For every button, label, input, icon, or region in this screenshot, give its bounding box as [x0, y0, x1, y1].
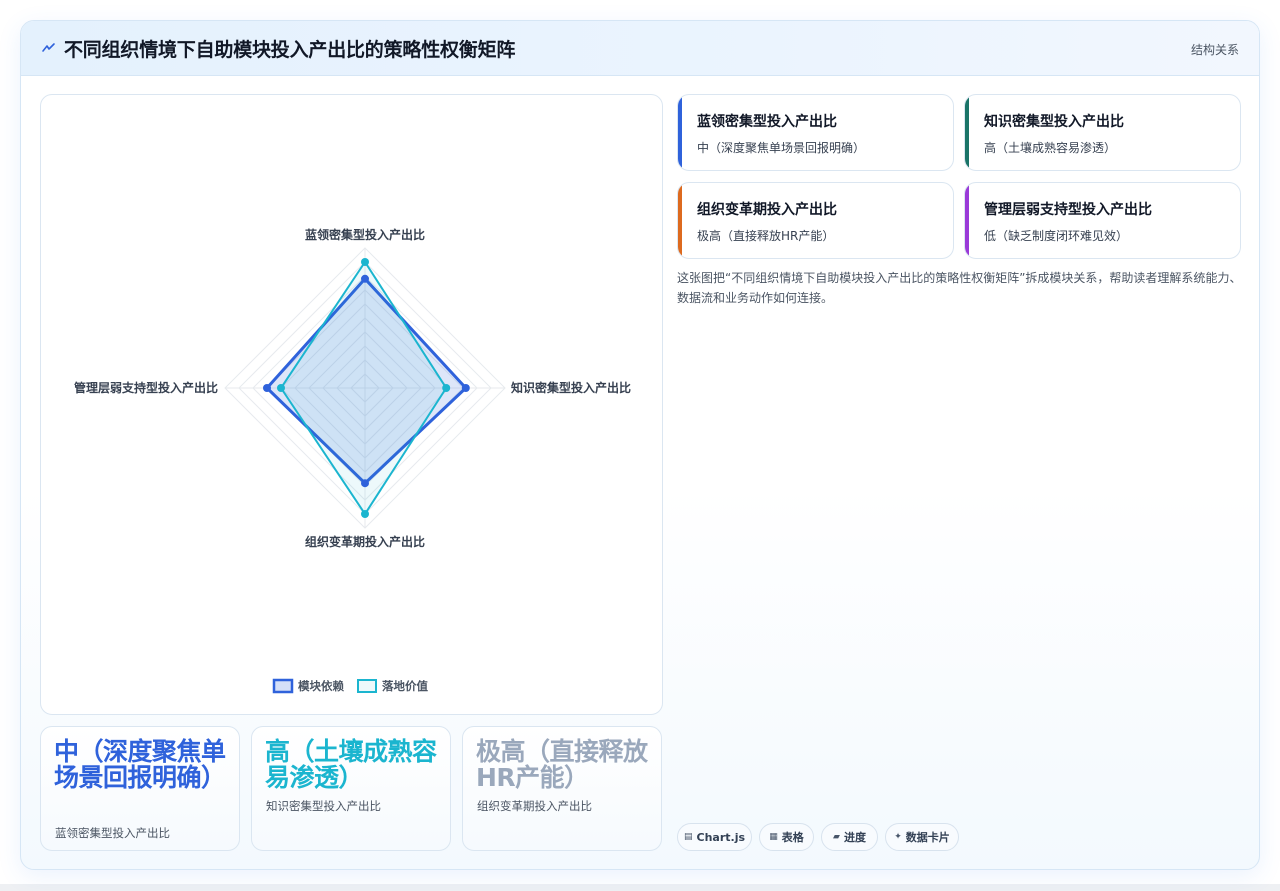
stat-card-1: 中（深度聚焦单场景回报明确） 蓝领密集型投入产出比 [40, 726, 240, 851]
sparkle-icon [42, 43, 55, 52]
info-card-2: 知识密集型投入产出比 高（土壤成熟容易渗透） [964, 94, 1241, 171]
chip-label: 表格 [781, 831, 804, 844]
info-card-3: 组织变革期投入产出比 极高（直接释放HR产能） [677, 182, 954, 259]
info-card-title: 管理层弱支持型投入产出比 [984, 202, 1152, 218]
chart-legend: 模块依赖 落地价值 [272, 678, 428, 694]
info-card-desc: 高（土壤成熟容易渗透） [984, 141, 1117, 155]
chip-label: Chart.js [696, 830, 746, 844]
info-card-4: 管理层弱支持型投入产出比 低（缺乏制度闭环难见效） [964, 182, 1241, 259]
axis-label-left: 管理层弱支持型投入产出比 [74, 380, 218, 395]
legend-label-series-2: 落地价值 [382, 679, 428, 693]
table-icon: ▦ [769, 832, 778, 842]
info-card-accent [678, 183, 682, 258]
radar-point-series-2 [361, 510, 369, 518]
chip-table[interactable]: ▦ 表格 [759, 823, 814, 851]
progress-icon: ▰ [833, 832, 840, 842]
radar-point-series-1 [361, 479, 369, 488]
legend-swatch-series-2 [357, 679, 377, 693]
axis-label-bottom: 组织变革期投入产出比 [305, 534, 425, 549]
info-card-title: 组织变革期投入产出比 [697, 202, 837, 218]
info-card-title: 蓝领密集型投入产出比 [697, 114, 837, 130]
radar-point-series-2 [361, 258, 369, 266]
legend-label-series-1: 模块依赖 [298, 679, 344, 693]
stat-value: 中（深度聚焦单场景回报明确） [54, 737, 226, 792]
stat-value: 极高（直接释放HR产能） [476, 737, 648, 792]
chart-icon: ▤ [683, 832, 693, 842]
legend-swatch-series-1 [272, 678, 294, 694]
stat-value: 高（土壤成熟容易渗透） [265, 737, 437, 792]
radar-chart-panel: 蓝领密集型投入产出比 知识密集型投入产出比 组织变革期投入产出比 管理层弱支持型… [40, 94, 663, 715]
radar-series-2 [280, 261, 448, 515]
info-card-1: 蓝领密集型投入产出比 中（深度聚焦单场景回报明确） [677, 94, 954, 171]
axis-label-right: 知识密集型投入产出比 [510, 380, 631, 395]
info-card-accent [965, 95, 969, 170]
info-card-desc: 中（深度聚焦单场景回报明确） [697, 141, 866, 155]
stat-card-2: 高（土壤成熟容易渗透） 知识密集型投入产出比 [251, 726, 451, 851]
info-card-desc: 低（缺乏制度闭环难见效） [984, 229, 1129, 243]
info-card-accent [678, 95, 682, 170]
chip-label: 进度 [843, 831, 866, 844]
chip-label: 数据卡片 [905, 831, 950, 844]
page-bottom-strip [0, 884, 1280, 891]
radar-point-series-1 [263, 384, 271, 392]
stat-label: 知识密集型投入产出比 [266, 799, 381, 813]
stat-label: 组织变革期投入产出比 [477, 799, 592, 813]
page-title: 不同组织情境下自助模块投入产出比的策略性权衡矩阵 [64, 39, 516, 61]
radar-point-series-2 [442, 384, 451, 392]
sparkle-icon: ✦ [894, 832, 902, 842]
chip-data-card[interactable]: ✦ 数据卡片 [885, 823, 959, 851]
radar-point-series-1 [361, 274, 369, 283]
radar-point-series-2 [277, 384, 285, 392]
main-card: 不同组织情境下自助模块投入产出比的策略性权衡矩阵 结构关系 蓝领密集型投入产出比… [20, 20, 1260, 870]
axis-label-top: 蓝领密集型投入产出比 [305, 227, 425, 242]
chart-description: 这张图把“不同组织情境下自助模块投入产出比的策略性权衡矩阵”拆成模块关系，帮助读… [677, 271, 1242, 305]
stat-label: 蓝领密集型投入产出比 [55, 826, 170, 840]
radar-chart: 蓝领密集型投入产出比 知识密集型投入产出比 组织变革期投入产出比 管理层弱支持型… [74, 227, 631, 694]
radar-point-series-1 [461, 384, 470, 392]
chip-progress[interactable]: ▰ 进度 [821, 823, 878, 851]
stat-card-3: 极高（直接释放HR产能） 组织变革期投入产出比 [462, 726, 662, 851]
card-header: 不同组织情境下自助模块投入产出比的策略性权衡矩阵 结构关系 [21, 21, 1259, 76]
chip-chartjs[interactable]: ▤ Chart.js [677, 823, 752, 851]
info-card-desc: 极高（直接释放HR产能） [697, 229, 835, 243]
header-tag: 结构关系 [1190, 43, 1239, 57]
info-card-accent [965, 183, 969, 258]
info-card-title: 知识密集型投入产出比 [984, 114, 1124, 130]
